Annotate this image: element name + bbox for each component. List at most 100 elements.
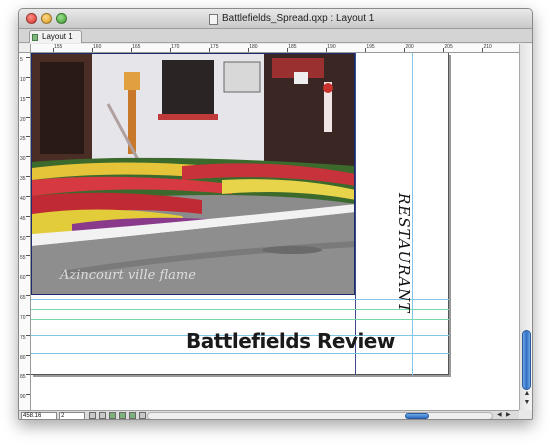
ruler-tick [287,48,289,52]
zoom-icon[interactable] [56,13,67,24]
layout-view-icon[interactable] [109,412,116,419]
ruler-tick [26,215,30,217]
ruler-tick [26,96,30,98]
pasteboard[interactable]: Azincourt ville flame RESTAURANT Battlef… [31,53,519,410]
ruler-tick-label: 195 [366,44,375,50]
ruler-origin[interactable] [19,44,31,53]
photo-caption: Azincourt ville flame [60,268,196,283]
scroll-right-icon[interactable]: ▶ [506,411,511,418]
ruler-tick [443,48,445,52]
ruler-tick [92,48,94,52]
vertical-scroll-thumb[interactable] [522,330,531,390]
ruler-tick [26,176,30,177]
ruler-tick [26,136,30,138]
ruler-tick [26,255,30,257]
scroll-down-icon[interactable]: ▼ [523,399,531,406]
page-number-field[interactable]: 2 [59,412,85,419]
ruler-tick-label: 40 [20,195,26,202]
ruler-tick-label: 175 [210,44,219,50]
ruler-tick-label: 5 [20,57,23,63]
ruler-tick-label: 30 [20,156,26,163]
ruler-tick [482,48,484,52]
ruler-tick-label: 155 [54,44,63,50]
ruler-tick [26,314,30,316]
document-page[interactable]: Azincourt ville flame RESTAURANT Battlef… [31,53,449,375]
ruler-tick [131,48,133,52]
ruler-tick-label: 45 [20,215,26,222]
horizontal-guide[interactable] [31,299,449,300]
ruler-tick [26,374,30,376]
layout-icon [32,34,38,41]
horizontal-scrollbar[interactable] [147,412,493,419]
ruler-tick [26,354,30,356]
horizontal-ruler[interactable]: 155 160 165 170 175 180 185 190 195 200 205 210 [31,44,519,53]
ruler-tick-label: 65 [20,295,26,301]
ruler-tick-label: 200 [405,44,414,50]
horizontal-guide[interactable] [31,319,449,320]
next-page-icon[interactable] [99,412,106,419]
ruler-tick-label: 210 [483,44,492,50]
window-title: Battlefields_Spread.qxp : Layout 1 [222,13,375,24]
close-icon[interactable] [26,13,37,24]
layout-tab-bar: Layout 1 [19,29,532,43]
ruler-tick-label: 170 [171,44,180,50]
ruler-tick-label: 165 [132,44,141,50]
ruler-tick [26,334,30,336]
scroll-left-icon[interactable]: ◀ [497,411,502,418]
ruler-tick [26,394,30,396]
ruler-tick-label: 55 [20,255,26,262]
ruler-tick-label: 50 [20,235,26,242]
ruler-tick [26,76,30,78]
ruler-tick-label: 185 [288,44,297,50]
ruler-tick-label: 70 [20,314,26,321]
title-bar[interactable]: Battlefields_Spread.qxp : Layout 1 [19,9,532,29]
ruler-tick-label: 35 [20,176,26,182]
ruler-tick [26,156,30,158]
ruler-tick-label: 10 [20,76,26,83]
zoom-field[interactable]: 458.16 [21,412,57,419]
ruler-tick [170,48,172,52]
ruler-tick [248,48,250,52]
horizontal-guide[interactable] [31,309,449,310]
status-bar: 458.16 2 ◀ ▶ [19,410,519,419]
ruler-tick [404,48,406,52]
edit-icon[interactable] [139,412,146,419]
ruler-tick-label: 80 [20,354,26,361]
ruler-tick-label: 160 [93,44,102,50]
horizontal-scroll-thumb[interactable] [405,413,429,419]
column-divider [355,53,356,375]
ruler-tick [53,48,54,52]
vertical-ruler[interactable]: 5 10 15 20 25 30 35 40 45 50 55 60 65 70 75 80 85 90 [19,53,31,410]
ruler-tick [365,48,367,52]
tab-layout-1[interactable]: Layout 1 [29,30,82,43]
ruler-tick-label: 15 [20,96,26,103]
ruler-tick-label: 190 [327,44,336,50]
ruler-tick [209,48,211,52]
spread-view-icon[interactable] [119,412,126,419]
previous-page-icon[interactable] [89,412,96,419]
photo-box[interactable]: Azincourt ville flame [31,53,355,295]
ruler-tick-label: 180 [249,44,258,50]
vertical-text-box[interactable]: RESTAURANT [391,193,415,313]
ruler-tick [26,235,30,237]
horizontal-guide[interactable] [31,353,449,354]
vertical-title: RESTAURANT [395,193,413,314]
ruler-tick-label: 60 [20,275,26,282]
ruler-tick-label: 205 [444,44,453,50]
ruler-tick-label: 90 [20,394,26,401]
scroll-up-icon[interactable]: ▲ [523,390,531,397]
tab-label: Layout 1 [42,32,73,41]
ruler-tick-label: 25 [20,136,26,143]
document-icon [209,14,218,25]
ruler-tick [26,57,30,58]
ruler-tick [26,116,30,118]
document-window: Battlefields_Spread.qxp : Layout 1 Layou… [18,8,533,420]
headline-text[interactable]: Battlefields Review [186,329,395,353]
thumbnail-view-icon[interactable] [129,412,136,419]
flowerbed-photo [32,54,354,294]
minimize-icon[interactable] [41,13,52,24]
ruler-tick-label: 20 [20,116,26,123]
ruler-tick-label: 75 [20,334,26,341]
ruler-tick [26,275,30,277]
vertical-scrollbar[interactable]: ▲ ▼ [519,44,532,410]
